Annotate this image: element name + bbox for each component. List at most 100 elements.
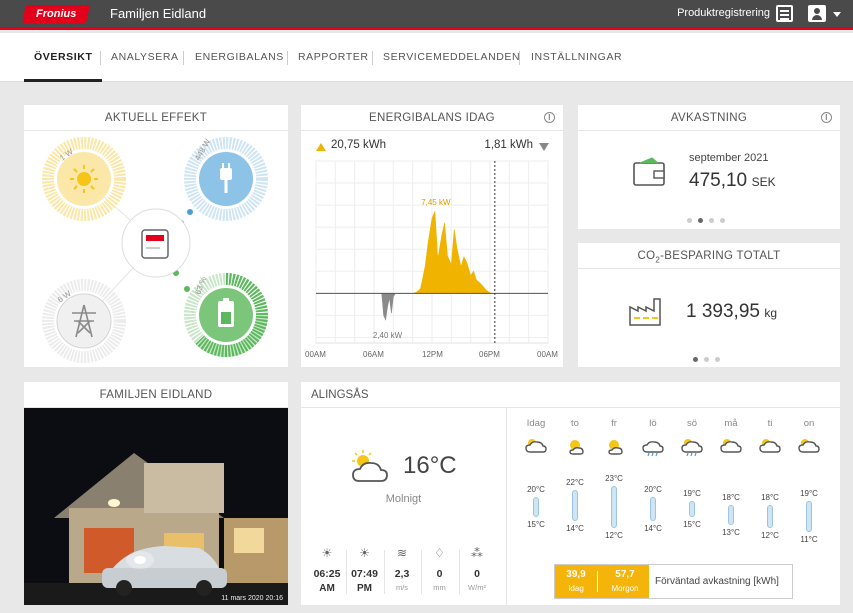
x-tick: 12PM: [422, 350, 443, 359]
load-node: 448 W: [184, 137, 268, 221]
x-tick: 06AM: [363, 350, 384, 359]
forecast-min-temp: 13°C: [722, 527, 740, 537]
weather-divider: [506, 408, 507, 605]
forecast-day-label: to: [571, 418, 579, 429]
forecast-max-temp: 23°C: [605, 473, 623, 483]
tab-separator: [519, 51, 520, 65]
cloud-sun-icon: [759, 439, 781, 453]
forecast-min-temp: 15°C: [683, 519, 701, 529]
tab-separator: [287, 51, 288, 65]
user-account-icon[interactable]: [808, 5, 826, 22]
forecast-yield-label: Förväntad avkastning [kWh]: [655, 576, 779, 587]
sunrise-icon: ☀: [321, 546, 333, 560]
forecast-max-temp: 19°C: [683, 489, 701, 499]
weather-location: ALINGSÅS: [301, 382, 840, 408]
forecast-max-temp: 20°C: [644, 485, 662, 495]
forecast-max-temp: 18°C: [722, 493, 740, 503]
forecast-today-label: Idag: [568, 584, 584, 593]
cloud-sun-icon: [720, 439, 742, 453]
house-photo[interactable]: 11 mars 2020 20:16: [24, 408, 288, 605]
co2-pagination[interactable]: [690, 349, 723, 367]
forecast-min-temp: 15°C: [527, 519, 545, 529]
forecast-min-temp: 12°C: [605, 531, 623, 541]
x-tick: 00AM: [305, 350, 326, 359]
weather-condition: Molnigt: [385, 493, 422, 505]
co2-unit: kg: [764, 306, 778, 320]
forecast-min-temp: 11°C: [800, 535, 818, 545]
page-dot[interactable]: [704, 357, 709, 362]
tab-separator: [183, 51, 184, 65]
tab-installningar[interactable]: INSTÄLLNINGAR: [531, 33, 622, 82]
forecast-tomorrow-label: Morgon: [611, 584, 639, 593]
solar-irradiance-icon: ⁂: [471, 546, 483, 560]
registration-form-icon[interactable]: [776, 5, 793, 22]
tab-rapporter[interactable]: RAPPORTER: [298, 33, 369, 82]
energy-balance-title: ENERGIBALANS IDAG: [369, 112, 495, 124]
cloud-sun-icon: [798, 439, 820, 453]
yield-value: 475,10: [689, 170, 748, 191]
user-menu-caret-icon[interactable]: [833, 12, 841, 17]
system-name: Familjen Eidland: [110, 6, 207, 21]
weather-stat-unit: PM: [357, 583, 372, 594]
page-dot[interactable]: [687, 218, 692, 223]
page-dot-active[interactable]: [698, 218, 703, 223]
consumed-energy-value: 1,81 kWh: [484, 139, 533, 151]
photo-title: FAMILJEN EIDLAND: [24, 382, 288, 408]
sun-cloud-rain-icon: [681, 439, 703, 456]
yield-pagination[interactable]: [684, 210, 728, 228]
consumption-triangle-icon: [539, 143, 549, 151]
tab-servicemeddelanden[interactable]: SERVICEMEDDELANDEN: [383, 33, 520, 82]
temperature-range-bar: [572, 489, 578, 521]
info-icon[interactable]: i: [821, 112, 832, 123]
yield-card: AVKASTNING i september 2021 475,10 SEK: [578, 105, 840, 229]
weather-stat-value: 0: [474, 568, 480, 580]
temperature-range-bar: [533, 497, 539, 517]
sun-icon: [77, 172, 91, 186]
sun-icon: [608, 440, 623, 455]
tab-oversikt[interactable]: ÖVERSIKT: [24, 33, 103, 82]
forecast-day-label: fr: [611, 418, 617, 429]
tab-analysera[interactable]: ANALYSERA: [111, 33, 179, 82]
temperature-range-bar: [611, 485, 617, 529]
forecast-max-temp: 19°C: [800, 489, 818, 499]
wind-icon: ≋: [396, 546, 408, 560]
rain-drop-icon: ♢: [434, 546, 445, 560]
co2-card: CO2-BESPARING TOTALT 1 393,95 kg: [578, 243, 840, 367]
forecast-day-label: Idag: [526, 418, 546, 429]
energy-balance-chart[interactable]: 7,45 kW 2,40 kW: [301, 157, 563, 347]
page-dot[interactable]: [720, 218, 725, 223]
product-registration-link[interactable]: Produktregistrering: [677, 7, 770, 19]
tab-energibalans[interactable]: ENERGIBALANS: [195, 33, 284, 82]
forecast-day-label: lö: [649, 418, 657, 429]
tab-separator: [100, 51, 101, 65]
page-dot[interactable]: [715, 357, 720, 362]
page-dot-active[interactable]: [693, 357, 698, 362]
weather-stat-unit: AM: [319, 583, 335, 594]
weather-stat-value: 0: [436, 568, 443, 580]
power-flow-title: AKTUELL EFFEKT: [24, 105, 288, 131]
wallet-icon: [633, 157, 665, 186]
photo-caption: 11 mars 2020 20:16: [221, 595, 283, 602]
info-icon[interactable]: i: [544, 112, 555, 123]
weather-stat-unit: mm: [433, 583, 446, 592]
inverter-node: [121, 208, 191, 278]
page-dot[interactable]: [709, 218, 714, 223]
weather-stat-value: 2,3: [394, 568, 410, 580]
grid-node: 6 W: [42, 279, 126, 363]
forecast-min-temp: 12°C: [761, 531, 779, 541]
cloud-sun-icon: [525, 439, 547, 453]
yield-unit: SEK: [751, 175, 776, 189]
forecast-max-temp: 22°C: [566, 477, 584, 487]
temperature-range-bar: [689, 501, 695, 517]
produced-energy-value: 20,75 kWh: [331, 139, 386, 151]
co2-title: CO2-BESPARING TOTALT: [578, 243, 840, 269]
forecast-today-value: 39,9: [566, 569, 586, 580]
chart-peak-label: 7,45 kW: [421, 198, 451, 207]
fronius-logo[interactable]: Fronius: [22, 5, 90, 23]
factory-icon: [629, 298, 661, 326]
power-flow-card: AKTUELL EFFEKT 1 W 448 W 6 W 63 %: [24, 105, 288, 367]
top-bar: Fronius Familjen Eidland Produktregistre…: [0, 0, 853, 30]
chart-min-label: 2,40 kW: [373, 331, 403, 340]
weather-stat-value: 06:25: [313, 568, 341, 580]
weather-stat-unit: W/m²: [468, 583, 486, 592]
